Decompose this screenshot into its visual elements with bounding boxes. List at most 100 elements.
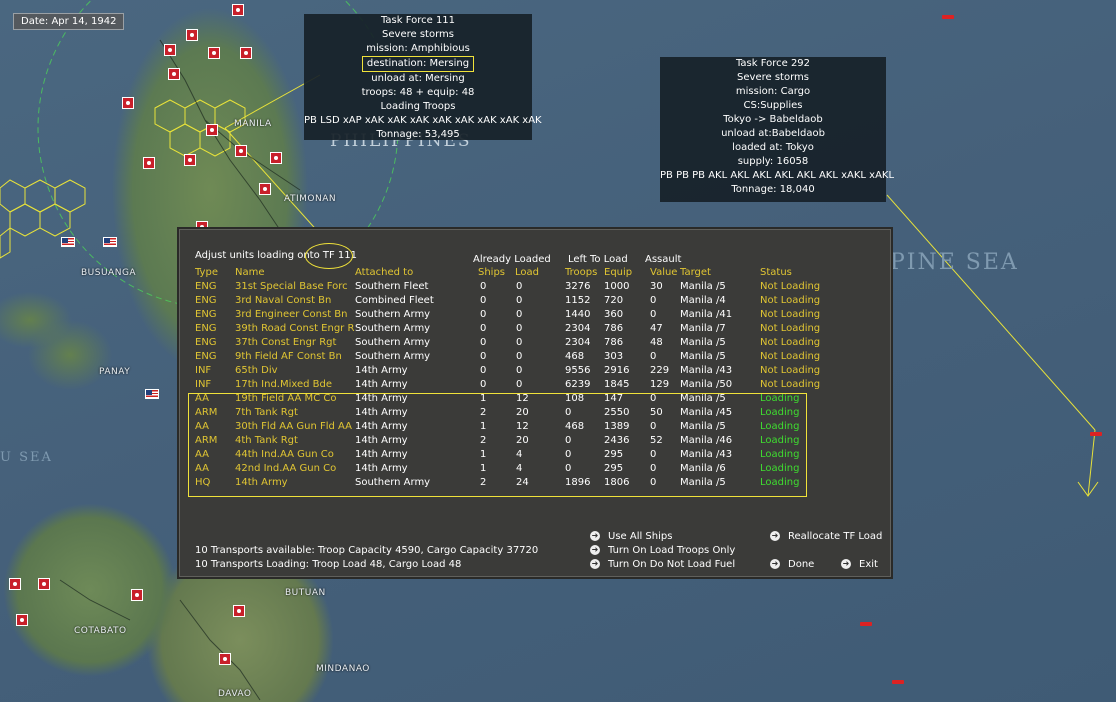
group-assault: Assault [645, 254, 682, 265]
us-flag-icon[interactable] [145, 389, 159, 399]
header-load[interactable]: Load [515, 267, 539, 278]
unit-attached: Southern Army [355, 323, 431, 334]
unit-name: 3rd Naval Const Bn [235, 295, 332, 306]
unit-name: 65th Div [235, 365, 278, 376]
header-name[interactable]: Name [235, 267, 265, 278]
reallocate-tf-load-button[interactable]: ➜ Reallocate TF Load [770, 531, 882, 542]
table-row[interactable]: INF 65th Div 14th Army 0 0 9556 2916 229 Manila … [180, 365, 880, 379]
base-icon[interactable] [233, 605, 245, 617]
unit-target: Manila /5 [680, 351, 726, 362]
unit-type: ENG [195, 309, 217, 320]
unit-attached: Southern Army [355, 337, 431, 348]
unit-type: INF [195, 365, 212, 376]
unit-assault-value: 0 [650, 309, 657, 320]
header-ships[interactable]: Ships [478, 267, 505, 278]
header-status[interactable]: Status [760, 267, 792, 278]
unit-load: 0 [516, 309, 523, 320]
group-already-loaded: Already Loaded [473, 254, 551, 265]
table-row[interactable]: ENG 37th Const Engr Rgt Southern Army 0 0 230… [180, 337, 880, 351]
base-icon[interactable] [143, 157, 155, 169]
base-icon[interactable] [186, 29, 198, 41]
unit-type: ENG [195, 337, 217, 348]
unit-assault-value: 47 [650, 323, 663, 334]
header-equip[interactable]: Equip [604, 267, 632, 278]
base-icon[interactable] [122, 97, 134, 109]
header-value[interactable]: Value [650, 267, 677, 278]
done-button[interactable]: ➜ Done [770, 559, 814, 570]
header-troops[interactable]: Troops [565, 267, 597, 278]
us-flag-icon[interactable] [61, 237, 75, 247]
map-label-busuanga: BUSUANGA [81, 268, 137, 278]
unit-status: Not Loading [760, 281, 821, 292]
header-attached[interactable]: Attached to [355, 267, 413, 278]
base-icon[interactable] [184, 154, 196, 166]
unit-load: 0 [516, 337, 523, 348]
unit-ships: 0 [480, 351, 487, 362]
base-icon[interactable] [235, 145, 247, 157]
unit-status: Not Loading [760, 323, 821, 334]
ship-icon[interactable] [1090, 432, 1102, 436]
tf292-unload: unload at:Babeldaob [721, 128, 825, 139]
base-icon[interactable] [259, 183, 271, 195]
map-label-atimonan: ATIMONAN [284, 194, 337, 204]
use-all-ships-button[interactable]: ➜ Use All Ships [590, 531, 672, 542]
base-icon[interactable] [168, 68, 180, 80]
header-type[interactable]: Type [195, 267, 218, 278]
unit-type: ENG [195, 295, 217, 306]
do-not-load-fuel-button[interactable]: ➜ Turn On Do Not Load Fuel [590, 559, 735, 570]
unit-assault-value: 48 [650, 337, 663, 348]
unit-attached: Southern Army [355, 351, 431, 362]
base-icon[interactable] [232, 4, 244, 16]
date-display: Date: Apr 14, 1942 [13, 13, 125, 30]
load-troops-only-button[interactable]: ➜ Turn On Load Troops Only [590, 545, 735, 556]
base-icon[interactable] [16, 614, 28, 626]
map-label-mindanao: MINDANAO [316, 664, 370, 674]
ship-icon[interactable] [942, 15, 954, 19]
unit-ships: 0 [480, 281, 487, 292]
unit-load: 0 [516, 295, 523, 306]
tf292-tonnage: Tonnage: 18,040 [731, 184, 815, 195]
tf292-loaded-at: loaded at: Tokyo [732, 142, 814, 153]
base-icon[interactable] [208, 47, 220, 59]
table-row[interactable]: ENG 39th Road Const Engr R Southern Army 0 0… [180, 323, 880, 337]
unit-troops: 9556 [565, 365, 591, 376]
unit-ships: 0 [480, 379, 487, 390]
unit-target: Manila /7 [680, 323, 726, 334]
us-flag-icon[interactable] [103, 237, 117, 247]
ship-icon[interactable] [892, 680, 904, 684]
base-icon[interactable] [131, 589, 143, 601]
unit-name: 31st Special Base Forc [235, 281, 348, 292]
base-icon[interactable] [219, 653, 231, 665]
unit-equip: 2916 [604, 365, 630, 376]
unit-troops: 6239 [565, 379, 591, 390]
tf292-route: Tokyo -> Babeldaob [723, 114, 823, 125]
base-icon[interactable] [38, 578, 50, 590]
unit-target: Manila /41 [680, 309, 733, 320]
base-icon[interactable] [270, 152, 282, 164]
unit-load: 0 [516, 365, 523, 376]
base-icon[interactable] [9, 578, 21, 590]
unit-assault-value: 0 [650, 295, 657, 306]
base-icon[interactable] [164, 44, 176, 56]
table-row[interactable]: INF 17th Ind.Mixed Bde 14th Army 0 0 6239 1845… [180, 379, 880, 393]
tf111-title: Task Force 111 [380, 15, 456, 26]
table-row[interactable]: ENG 9th Field AF Const Bn Southern Army 0 0 4… [180, 351, 880, 365]
exit-button[interactable]: ➜ Exit [841, 559, 878, 570]
table-row[interactable]: ENG 3rd Naval Const Bn Combined Fleet 0 0 115… [180, 295, 880, 309]
base-icon[interactable] [206, 124, 218, 136]
tf111-troops: troops: 48 + equip: 48 [361, 87, 475, 98]
unit-equip: 360 [604, 309, 624, 320]
unit-equip: 1000 [604, 281, 630, 292]
unit-ships: 0 [480, 337, 487, 348]
unit-troops: 2304 [565, 323, 591, 334]
map-label-davao: DAVAO [218, 689, 252, 699]
ship-icon[interactable] [860, 622, 872, 626]
tf111-mission: mission: Amphibious [366, 43, 470, 54]
transports-available: 10 Transports available: Troop Capacity … [195, 545, 539, 556]
header-target[interactable]: Target [680, 267, 711, 278]
table-row[interactable]: ENG 31st Special Base Forc Southern Fleet 0… [180, 281, 880, 295]
tf292-ships: PB PB PB AKL AKL AKL AKL AKL AKL xAKL xA… [660, 170, 895, 181]
table-row[interactable]: ENG 3rd Engineer Const Bn Southern Army 0 0 1… [180, 309, 880, 323]
map-label-manila: MANILA [234, 119, 272, 129]
base-icon[interactable] [240, 47, 252, 59]
